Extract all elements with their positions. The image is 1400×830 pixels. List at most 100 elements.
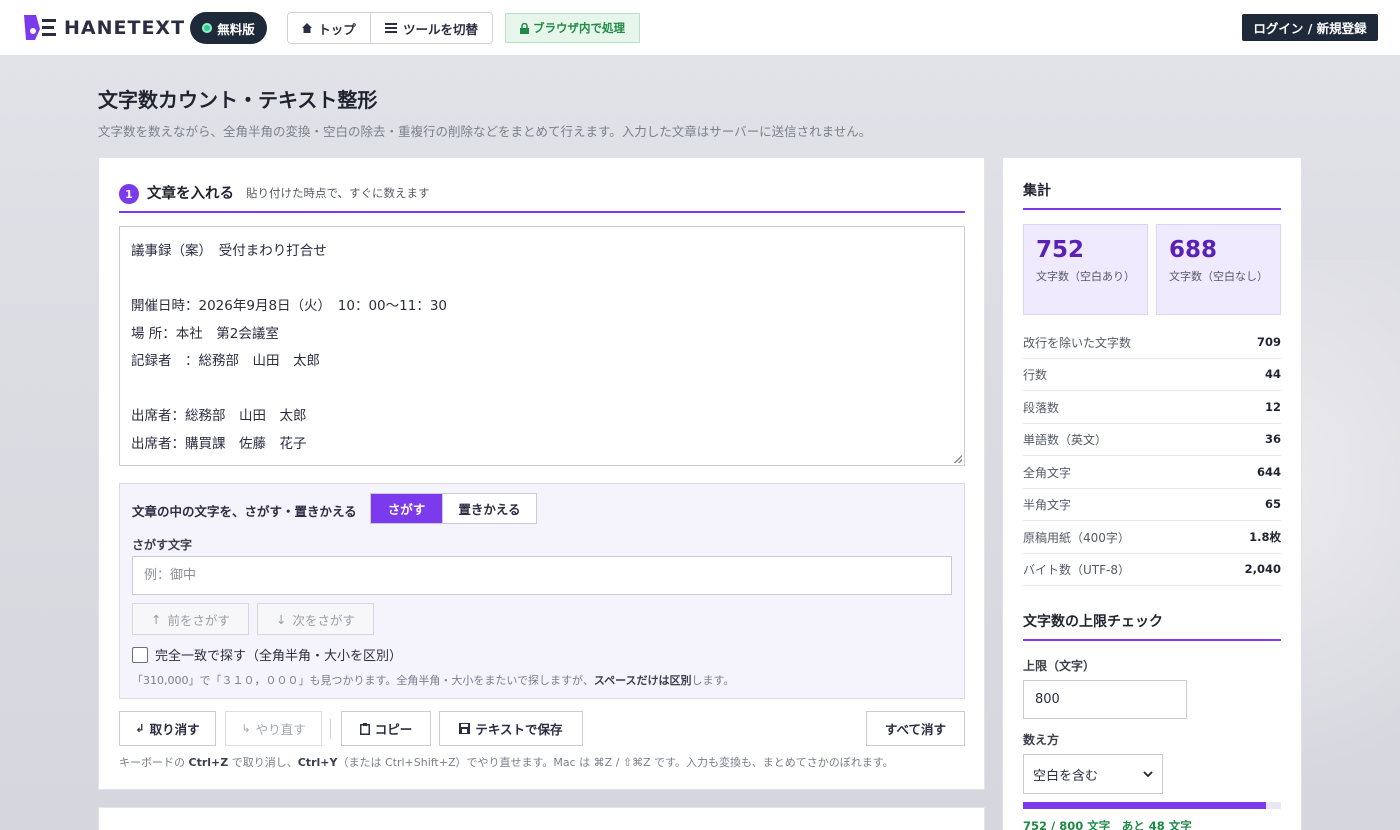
- nav-top-label: トップ: [318, 21, 356, 37]
- text-line: 記録者 ：総務部 山田 太郎: [131, 353, 320, 369]
- limit-label: 上限（文字）: [1023, 659, 1096, 673]
- free-plan-badge: 無料版: [190, 12, 267, 44]
- search-hint: 「310,000」で「３１０，０００」も見つかります。全角半角・大小をまたいで探…: [132, 672, 734, 688]
- logo-text: HANETEXT: [64, 17, 186, 39]
- count-without-spaces-value: 688: [1169, 237, 1218, 263]
- stat-row: 行数 44: [1023, 358, 1281, 391]
- logo[interactable]: HANETEXT: [22, 13, 185, 43]
- login-signup-button[interactable]: ログイン / 新規登録: [1242, 14, 1378, 41]
- stat-label: 行数: [1023, 367, 1048, 382]
- top-bar: HANETEXT 無料版 トップ ツールを切替 ブラウザ内で処理 ログイン / …: [0, 0, 1400, 56]
- search-hint-bold: スペースだけは区別: [593, 674, 692, 687]
- limit-input[interactable]: [1023, 680, 1187, 719]
- step-divider: [119, 211, 965, 213]
- step-subtitle: 貼り付けた時点で、すぐに数えます: [246, 186, 430, 200]
- text-line: 場 所：本社 第2会議室: [131, 325, 279, 342]
- text-line: [131, 266, 953, 294]
- search-hint-end: します。: [691, 674, 735, 687]
- undo-icon: ↲: [135, 722, 145, 735]
- redo-button[interactable]: ↳ やり直す: [225, 711, 322, 746]
- summary-divider: [1023, 208, 1281, 210]
- stat-value: 44: [1264, 367, 1281, 381]
- redo-icon: ↳: [241, 722, 251, 735]
- limit-progress-text: 752 / 800 文字 あと 48 文字: [1023, 819, 1192, 830]
- count-method-select[interactable]: 空白を含む: [1023, 754, 1163, 794]
- limit-divider: [1023, 639, 1281, 641]
- keyboard-hint-text: （または Ctrl+Shift+Z）でやり直せます。Mac は ⌘Z / ⇧⌘Z…: [337, 756, 894, 769]
- find-replace-box: 文章の中の文字を、さがす・置きかえる さがす 置きかえる さがす文字 ↑ 前をさ…: [119, 483, 965, 699]
- action-divider: [330, 719, 331, 739]
- stat-value: 36: [1264, 432, 1281, 446]
- save-icon: [459, 723, 471, 734]
- stat-row: 単語数（英文） 36: [1023, 423, 1281, 456]
- count-with-spaces-card: 752 文字数（空白あり）: [1023, 224, 1148, 315]
- find-next-label: 次をさがす: [292, 612, 355, 628]
- text-input-area[interactable]: 議事録（案） 受付まわり打合せ 開催日時：2026年9月8日（火） 10：00〜…: [119, 226, 965, 466]
- copy-button[interactable]: コピー: [341, 711, 431, 746]
- stat-value: 65: [1264, 497, 1281, 511]
- nav-switch-tool-button[interactable]: ツールを切替: [371, 13, 492, 43]
- browser-processing-label: ブラウザ内で処理: [533, 21, 625, 35]
- save-text-button[interactable]: テキストで保存: [439, 711, 583, 746]
- count-without-spaces-card: 688 文字数（空白なし）: [1156, 224, 1281, 315]
- free-plan-label: 無料版: [217, 21, 255, 37]
- keyboard-hint: キーボードの Ctrl+Z で取り消し、Ctrl+Y（または Ctrl+Shif…: [119, 754, 894, 770]
- count-method-label: 数え方: [1023, 733, 1060, 747]
- resize-handle-icon[interactable]: [954, 455, 962, 463]
- limit-progress-bar: [1023, 802, 1281, 809]
- stat-row: 全角文字 644: [1023, 456, 1281, 489]
- find-previous-label: 前をさがす: [167, 612, 230, 628]
- exact-match-option[interactable]: 完全一致で探す（全角半角・大小を区別）: [132, 645, 402, 664]
- arrow-up-icon: ↑: [151, 611, 162, 627]
- find-input[interactable]: [132, 556, 952, 595]
- stat-value: 1.8枚: [1249, 530, 1281, 544]
- stat-label: 半角文字: [1023, 497, 1072, 512]
- text-line: 出席者：総務部 山田 太郎: [131, 408, 307, 424]
- copy-label: コピー: [374, 722, 413, 737]
- limit-progress-fill: [1023, 802, 1266, 809]
- browser-processing-badge: ブラウザ内で処理: [505, 13, 640, 43]
- text-line: [131, 376, 953, 404]
- count-without-spaces-label: 文字数（空白なし）: [1169, 270, 1268, 283]
- undo-label: 取り消す: [149, 722, 200, 737]
- nav-group: トップ ツールを切替: [287, 12, 493, 44]
- find-replace-mode-toggle: さがす 置きかえる: [370, 493, 537, 524]
- page-description: 文字数を数えながら、全角半角の変換・空白の除去・重複行の削除などをまとめて行えま…: [98, 124, 872, 139]
- stat-row: 半角文字 65: [1023, 488, 1281, 521]
- stat-label: 全角文字: [1023, 465, 1072, 480]
- save-text-label: テキストで保存: [475, 722, 563, 737]
- stat-label: 段落数: [1023, 400, 1060, 415]
- stat-label: バイト数（UTF-8）: [1023, 562, 1130, 577]
- input-panel: 1 文章を入れる 貼り付けた時点で、すぐに数えます 議事録（案） 受付まわり打合…: [98, 157, 985, 790]
- count-with-spaces-label: 文字数（空白あり）: [1036, 270, 1135, 283]
- stat-value: 709: [1256, 335, 1281, 349]
- find-previous-button[interactable]: ↑ 前をさがす: [132, 603, 249, 635]
- step-number: 1: [119, 184, 139, 204]
- count-method-value: 空白を含む: [1033, 768, 1099, 784]
- text-line: 出席者：購買課 佐藤 花子: [131, 435, 307, 452]
- shortcut-undo: Ctrl+Z: [188, 756, 229, 769]
- nav-top-button[interactable]: トップ: [288, 13, 371, 43]
- clear-all-button[interactable]: すべて消す: [866, 711, 965, 746]
- find-replace-title: 文章の中の文字を、さがす・置きかえる: [132, 504, 357, 519]
- limit-check-title: 文字数の上限チェック: [1023, 614, 1163, 630]
- hane-logo-icon: [24, 15, 56, 40]
- next-section-panel: [98, 807, 985, 830]
- status-dot-icon: [202, 23, 213, 33]
- text-line: 開催日時：2026年9月8日（火） 10：00〜11：30: [131, 298, 447, 314]
- keyboard-hint-text: キーボードの: [119, 756, 189, 769]
- find-next-button[interactable]: ↓ 次をさがす: [257, 603, 374, 635]
- stat-row: 原稿用紙（400字） 1.8枚: [1023, 521, 1281, 554]
- count-with-spaces-value: 752: [1036, 237, 1085, 263]
- arrow-down-icon: ↓: [276, 611, 287, 627]
- redo-label: やり直す: [255, 722, 306, 737]
- stat-row: 段落数 12: [1023, 391, 1281, 424]
- mode-replace-tab[interactable]: 置きかえる: [442, 494, 536, 523]
- exact-match-checkbox[interactable]: [132, 646, 148, 663]
- stat-row: 改行を除いた文字数 709: [1023, 326, 1281, 359]
- chevron-down-icon: [1143, 771, 1153, 777]
- lock-icon: [520, 22, 529, 34]
- undo-button[interactable]: ↲ 取り消す: [119, 711, 216, 746]
- stat-label: 原稿用紙（400字）: [1023, 530, 1130, 545]
- mode-find-tab[interactable]: さがす: [371, 494, 442, 523]
